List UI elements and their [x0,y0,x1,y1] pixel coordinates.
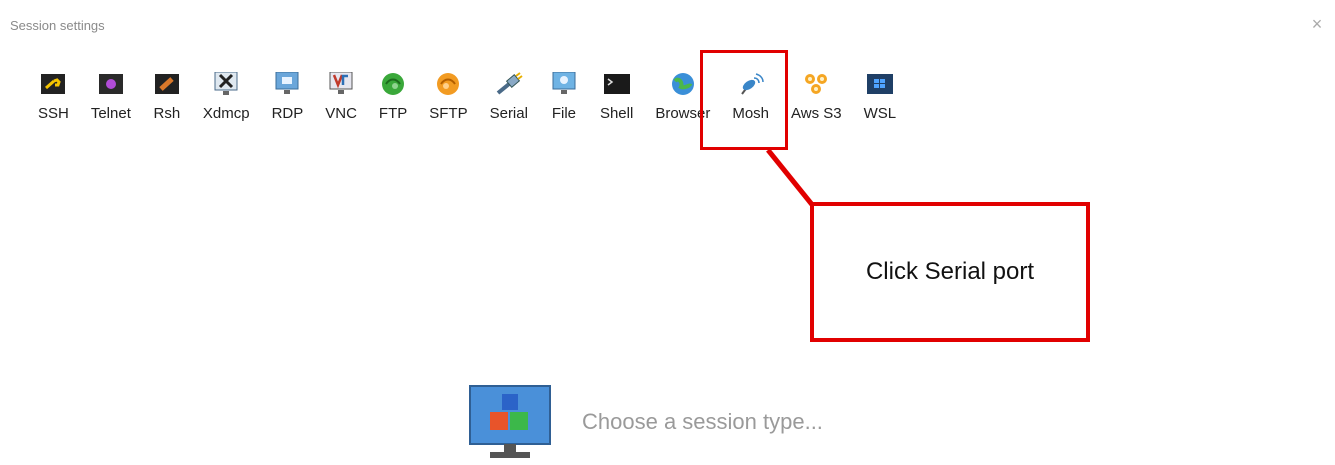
annotation-text: Click Serial port [865,258,1035,285]
annotation-callout: Click Serial port [810,202,1090,342]
session-type-placeholder: Choose a session type... [468,384,823,460]
session-monitor-cubes-icon [468,384,552,460]
placeholder-text: Choose a session type... [582,409,823,434]
